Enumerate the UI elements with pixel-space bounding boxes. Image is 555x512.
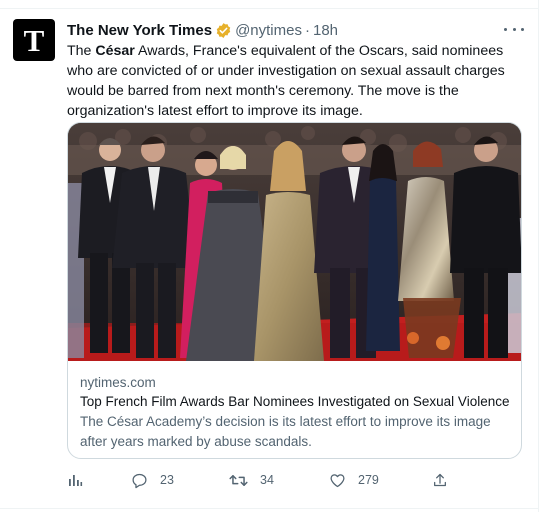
tweet-container[interactable]: T The New York Times @nytimes · 18h The …	[0, 0, 555, 512]
reply-button[interactable]: 23	[131, 470, 174, 490]
bar-chart-icon	[67, 472, 83, 488]
tweet-header: The New York Times @nytimes · 18h	[67, 20, 338, 40]
retweet-button[interactable]: 34	[229, 470, 274, 490]
card-title[interactable]: Top French Film Awards Bar Nominees Inve…	[80, 392, 510, 412]
analytics-button[interactable]	[67, 470, 83, 490]
top-divider	[0, 8, 539, 9]
more-options-icon[interactable]	[504, 21, 524, 37]
right-divider	[538, 0, 539, 512]
header-separator: ·	[304, 21, 310, 39]
retweet-arrows-icon	[229, 472, 248, 489]
avatar[interactable]: T	[13, 19, 55, 61]
like-count: 279	[358, 473, 379, 487]
avatar-logo: T	[23, 22, 45, 58]
card-domain: nytimes.com	[80, 375, 156, 390]
tweet-timestamp[interactable]: 18h	[313, 22, 338, 39]
red-carpet-photo[interactable]	[68, 123, 521, 361]
link-preview-card[interactable]: nytimes.com Top French Film Awards Bar N…	[67, 122, 522, 459]
verified-badge-icon	[215, 22, 232, 39]
author-name[interactable]: The New York Times	[67, 22, 212, 39]
reply-count: 23	[160, 473, 174, 487]
share-button[interactable]	[432, 470, 448, 490]
card-info[interactable]: nytimes.com Top French Film Awards Bar N…	[80, 374, 512, 452]
bottom-divider	[0, 508, 539, 509]
upload-arrow-icon	[432, 472, 448, 489]
tweet-actions: 23 34 279	[67, 470, 467, 490]
author-handle[interactable]: @nytimes	[235, 22, 302, 39]
like-button[interactable]: 279	[329, 470, 379, 490]
bold-word: César	[95, 43, 135, 59]
card-description: The César Academy’s decision is its late…	[80, 414, 491, 449]
speech-bubble-icon	[131, 472, 148, 489]
tweet-text: The César Awards, France's equivalent of…	[67, 43, 505, 119]
red-carpet-photo-illustration	[68, 123, 521, 361]
retweet-count: 34	[260, 473, 274, 487]
heart-outline-icon	[329, 472, 346, 489]
